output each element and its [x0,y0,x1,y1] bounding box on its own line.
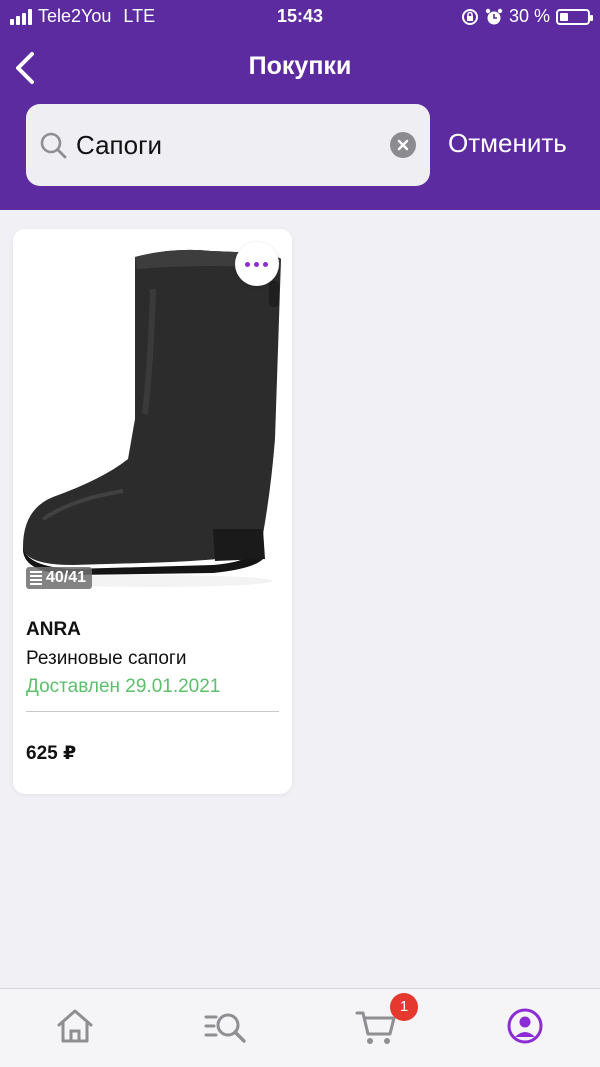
catalog-search-icon[interactable] [200,1001,250,1051]
more-options-button[interactable] [235,242,279,286]
app-header: Tele2You LTE 15:43 30 % Покупки Сапоги О… [0,0,600,210]
battery-icon [556,8,593,25]
tab-bar [0,988,600,1067]
alarm-icon [485,8,503,24]
divider [26,711,279,712]
search-field[interactable]: Сапоги [26,104,430,186]
clear-icon [397,139,409,151]
profile-icon[interactable] [500,1001,550,1051]
list-icon [30,571,42,585]
battery-percent: 30 % [508,6,550,26]
delivery-status: Доставлен 29.01.2021 [26,676,221,697]
status-bar: Tele2You LTE 15:43 30 % [0,0,600,34]
product-card[interactable]: 40/41 ANRA Резиновые сапоги Доставлен 29… [13,229,292,794]
search-icon [40,132,67,159]
photo-count-badge: 40/41 [26,567,93,589]
rotation-lock-icon [461,8,478,25]
cancel-button[interactable]: Отменить [448,128,567,159]
product-price: 625 ₽ [26,743,77,764]
clear-search-button[interactable] [390,132,416,158]
home-icon[interactable] [50,1001,100,1051]
search-input[interactable]: Сапоги [76,130,162,161]
photo-count: 40/41 [46,569,87,586]
product-brand: ANRA [26,619,81,640]
product-name: Резиновые сапоги [26,648,187,669]
cart-badge: 1 [390,993,418,1021]
page-title: Покупки [248,52,352,80]
